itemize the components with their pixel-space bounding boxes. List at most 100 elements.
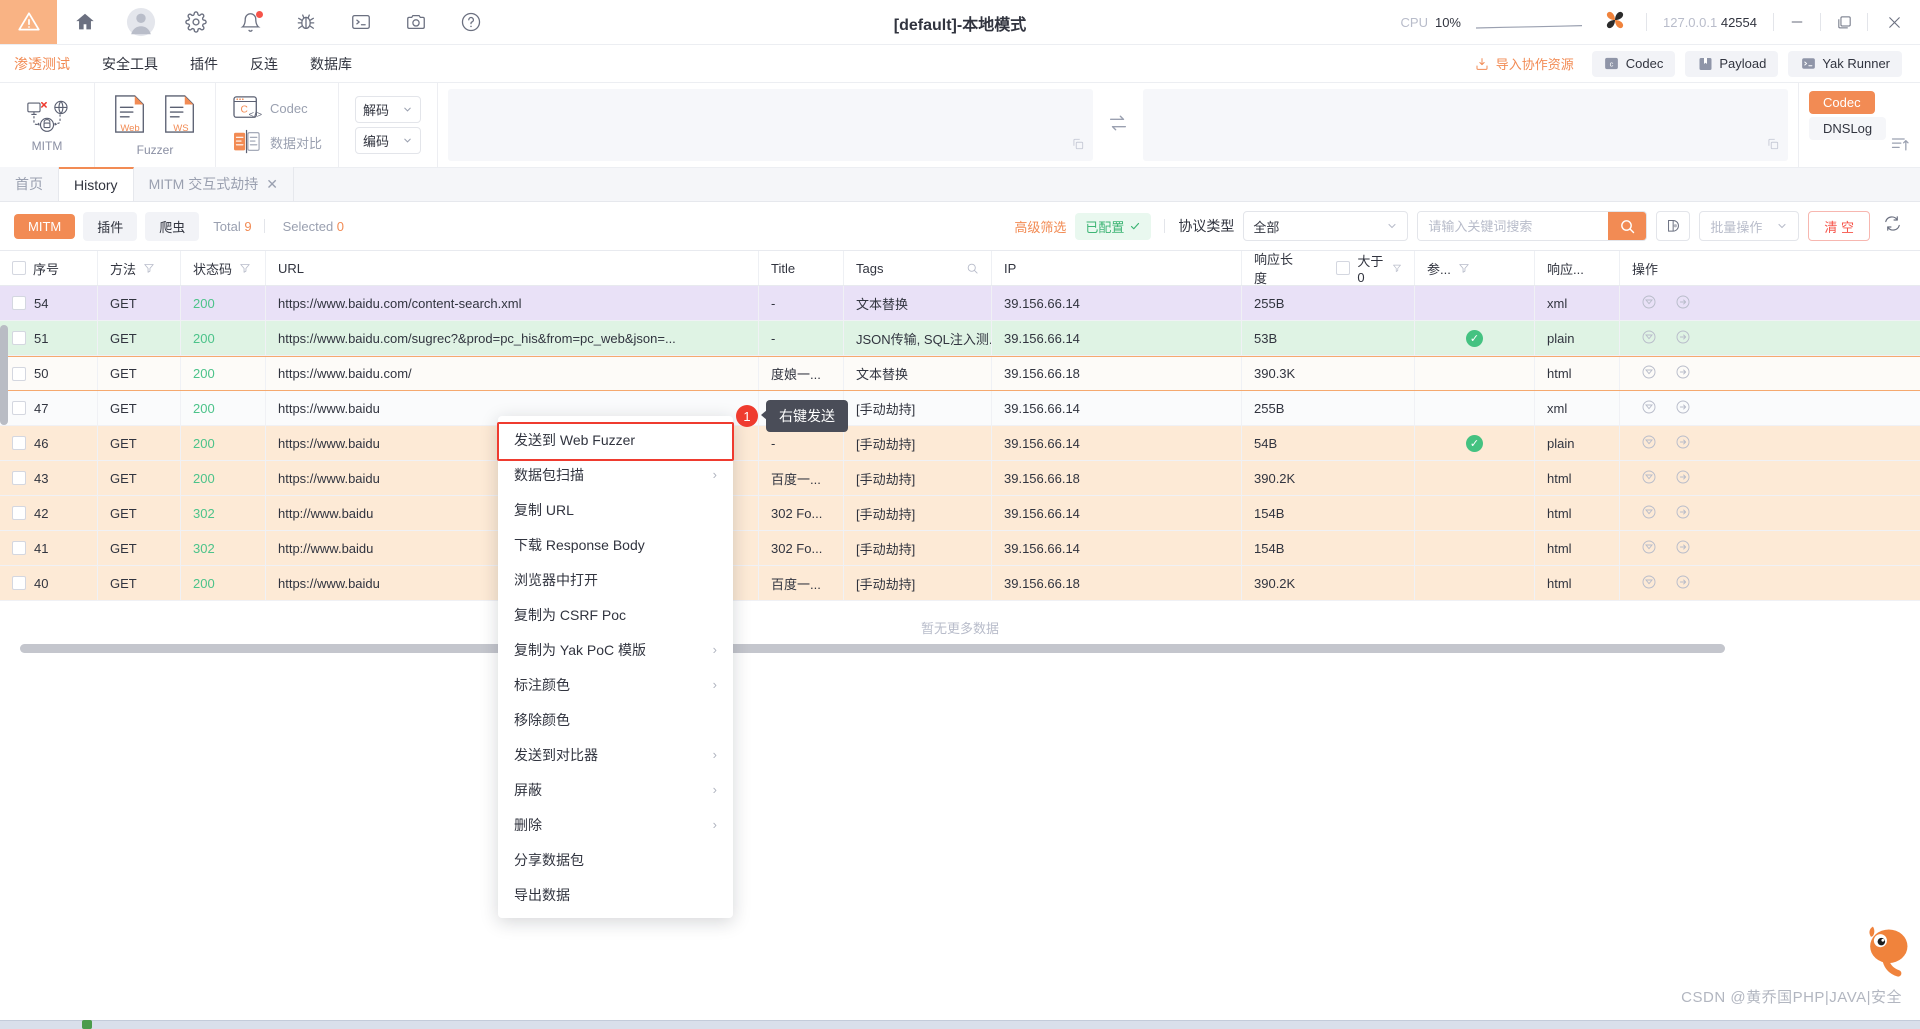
web-fuzzer-button[interactable]: Web [111, 93, 149, 140]
panel-tab-dnslog[interactable]: DNSLog [1809, 117, 1887, 140]
context-menu-item[interactable]: 发送到 Web Fuzzer [498, 422, 733, 457]
row-checkbox[interactable] [12, 506, 26, 520]
send-icon[interactable] [1666, 539, 1700, 558]
codec-input-box[interactable] [448, 89, 1094, 161]
header-tags[interactable]: Tags [844, 251, 992, 285]
advanced-filter-button[interactable]: 高级筛选 [1014, 217, 1066, 236]
header-url[interactable]: URL [266, 251, 759, 285]
home-icon[interactable] [57, 0, 112, 45]
filter-icon[interactable] [1458, 262, 1470, 274]
camera-icon[interactable] [388, 0, 443, 45]
header-title[interactable]: Title [759, 251, 844, 285]
quick-codec-button[interactable]: c Codec [1591, 50, 1676, 77]
menu-item-reverse[interactable]: 反连 [234, 45, 294, 83]
filter-icon[interactable] [143, 262, 155, 274]
copy-icon[interactable] [1766, 137, 1780, 156]
context-menu-item[interactable]: 删除 › [498, 807, 733, 842]
filter-icon[interactable] [1392, 262, 1402, 274]
header-length[interactable]: 响应长度 大于0 [1242, 251, 1415, 286]
terminal-icon[interactable] [333, 0, 388, 45]
pinwheel-icon[interactable] [1602, 7, 1628, 38]
table-row[interactable]: 43 GET 200 https://www.baidu 百度一... [手动劫持] 39.… [0, 461, 1920, 496]
search-button[interactable] [1608, 212, 1647, 240]
table-row[interactable]: 46 GET 200 https://www.baidu - [手动劫持] 39.156.6… [0, 426, 1920, 461]
copy-icon[interactable] [1071, 137, 1085, 156]
user-avatar-icon[interactable] [113, 0, 168, 45]
context-menu-item[interactable]: 发送到对比器 › [498, 737, 733, 772]
collapse-icon[interactable] [1890, 134, 1910, 159]
row-checkbox[interactable] [12, 436, 26, 450]
horizontal-scrollbar[interactable] [20, 644, 1725, 653]
select-all-checkbox[interactable] [12, 261, 26, 275]
mark-color-icon[interactable] [1632, 504, 1666, 523]
mark-color-icon[interactable] [1632, 364, 1666, 383]
row-checkbox[interactable] [12, 366, 26, 381]
configured-badge[interactable]: 已配置 [1075, 212, 1152, 240]
table-row[interactable]: 50 GET 200 https://www.baidu.com/度娘一... 文本替换… [0, 356, 1920, 391]
mark-color-icon[interactable] [1632, 399, 1666, 418]
table-row[interactable]: 42 GET 302 http://www.baidu 302 Fo... [手动劫持] 3… [0, 496, 1920, 531]
help-icon[interactable] [443, 0, 498, 45]
tab-history[interactable]: History [59, 167, 134, 201]
search-icon[interactable] [966, 262, 979, 275]
vertical-scrollbar-thumb[interactable] [0, 325, 8, 425]
app-logo[interactable] [0, 0, 57, 44]
segment-mitm[interactable]: MITM [14, 213, 76, 239]
filter-icon[interactable] [239, 262, 251, 274]
context-menu-item[interactable]: 标注颜色 › [498, 667, 733, 702]
minimize-button[interactable] [1774, 0, 1820, 45]
mark-color-icon[interactable] [1632, 434, 1666, 453]
mitm-tool-button[interactable]: MITM [16, 97, 78, 153]
send-icon[interactable] [1666, 329, 1700, 348]
header-params[interactable]: 参... [1415, 251, 1535, 285]
ws-fuzzer-button[interactable]: WS [161, 93, 199, 140]
mark-color-icon[interactable] [1632, 574, 1666, 593]
import-collab-resource-button[interactable]: 导入协作资源 [1466, 49, 1582, 78]
menu-item-plugins[interactable]: 插件 [174, 45, 234, 83]
header-method[interactable]: 方法 [98, 251, 181, 285]
segment-plugin[interactable]: 插件 [83, 211, 138, 241]
mark-color-icon[interactable] [1632, 294, 1666, 313]
table-row[interactable]: 51 GET 200 https://www.baidu.com/sugrec?&pr… [0, 321, 1920, 356]
swap-icon[interactable] [1101, 112, 1135, 139]
send-icon[interactable] [1666, 399, 1700, 418]
context-menu-item[interactable]: 浏览器中打开 [498, 562, 733, 597]
refresh-button[interactable] [1879, 214, 1906, 238]
context-menu-item[interactable]: 下载 Response Body [498, 527, 733, 562]
mark-color-icon[interactable] [1632, 329, 1666, 348]
menu-item-pentest[interactable]: 渗透测试 [0, 45, 86, 83]
row-checkbox[interactable] [12, 401, 26, 415]
close-icon[interactable]: ✕ [266, 176, 278, 193]
context-menu-item[interactable]: 移除颜色 [498, 702, 733, 737]
table-row[interactable]: 54 GET 200 https://www.baidu.com/content-se… [0, 286, 1920, 321]
close-button[interactable] [1868, 0, 1920, 45]
table-row[interactable]: 47GET200https://www.baidu-[手动劫持]39.156.6… [0, 391, 1920, 426]
row-checkbox[interactable] [12, 296, 26, 310]
greater-than-zero-checkbox[interactable] [1336, 261, 1351, 275]
header-response[interactable]: 响应... [1535, 251, 1620, 285]
encode-select[interactable]: 编码 [355, 127, 422, 154]
table-row[interactable]: 41 GET 302 http://www.baidu 302 Fo... [手动劫持] 3… [0, 531, 1920, 566]
decode-select[interactable]: 解码 [355, 96, 422, 123]
send-icon[interactable] [1666, 574, 1700, 593]
send-icon[interactable] [1666, 434, 1700, 453]
cell-url[interactable]: https://www.baidu.com/ [266, 357, 759, 390]
mark-color-icon[interactable] [1632, 539, 1666, 558]
row-checkbox[interactable] [12, 331, 26, 345]
row-checkbox[interactable] [12, 471, 26, 485]
send-icon[interactable] [1666, 504, 1700, 523]
protocol-type-select[interactable]: 全部 [1243, 211, 1409, 241]
cell-url[interactable]: https://www.baidu.com/content-search.xml [266, 286, 759, 320]
header-ip[interactable]: IP [992, 251, 1242, 285]
cell-url[interactable]: https://www.baidu.com/sugrec?&prod=pc_hi… [266, 321, 759, 355]
table-row[interactable]: 40 GET 200 https://www.baidu 百度一... [手动劫持] 39.… [0, 566, 1920, 601]
context-menu-item[interactable]: 导出数据 [498, 877, 733, 912]
context-menu-item[interactable]: 复制为 CSRF Poc [498, 597, 733, 632]
header-status[interactable]: 状态码 [181, 251, 266, 285]
context-menu-item[interactable]: 复制 URL [498, 492, 733, 527]
menu-item-security-tools[interactable]: 安全工具 [86, 45, 174, 83]
row-checkbox[interactable] [12, 576, 26, 590]
clear-button[interactable]: 清 空 [1808, 211, 1870, 241]
context-menu-item[interactable]: 复制为 Yak PoC 模版 › [498, 632, 733, 667]
quick-yak-runner-button[interactable]: Yak Runner [1788, 50, 1902, 77]
